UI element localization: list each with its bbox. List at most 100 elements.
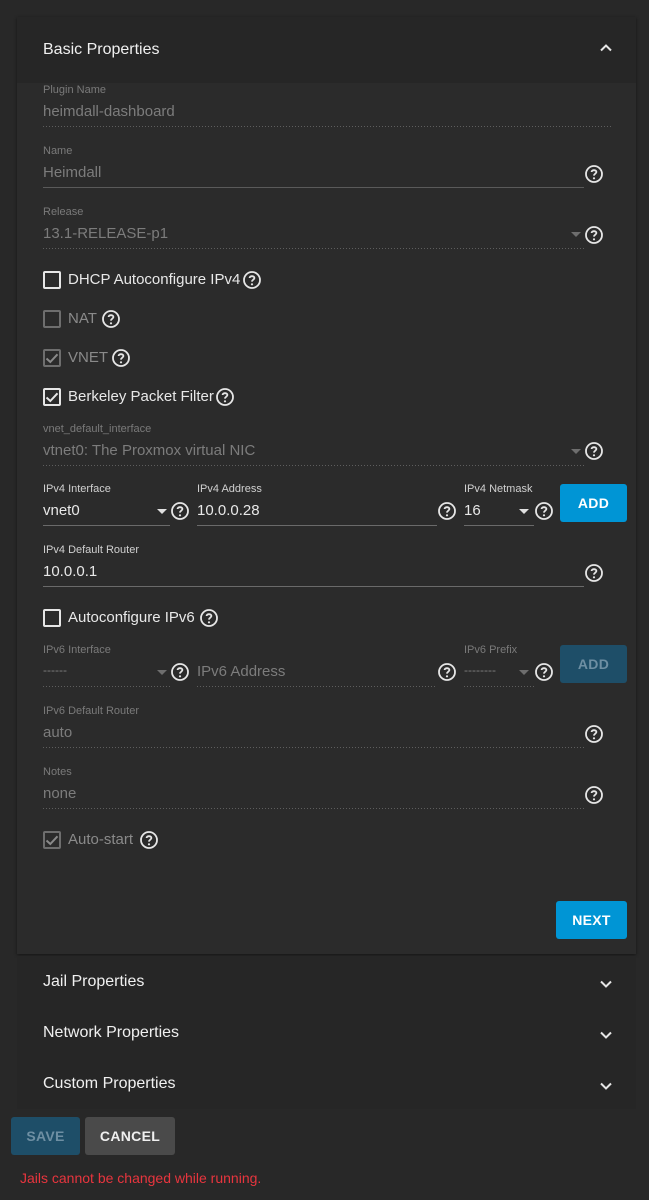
ipv6-default-router-value[interactable]: auto bbox=[43, 724, 72, 741]
dropdown-arrow-icon bbox=[157, 509, 167, 514]
section-custom-properties[interactable]: Custom Properties bbox=[17, 1058, 636, 1109]
ipv6-prefix-select[interactable]: IPv6 Prefix -------- bbox=[464, 644, 534, 688]
release-label: Release bbox=[43, 206, 84, 218]
help-icon[interactable] bbox=[170, 501, 190, 521]
ipv4-address-label: IPv4 Address bbox=[197, 483, 262, 495]
vnet-default-interface-label: vnet_default_interface bbox=[43, 423, 152, 435]
nat-checkbox[interactable] bbox=[43, 310, 61, 328]
ipv6-default-router-label: IPv6 Default Router bbox=[43, 705, 139, 717]
notes-value[interactable]: none bbox=[43, 785, 76, 802]
chevron-up-icon[interactable] bbox=[598, 40, 614, 56]
help-icon[interactable] bbox=[584, 164, 604, 184]
cancel-button[interactable]: CANCEL bbox=[85, 1117, 175, 1155]
dhcp-checkbox[interactable] bbox=[43, 271, 61, 289]
help-icon[interactable] bbox=[534, 501, 554, 521]
ipv6-default-router-input[interactable]: IPv6 Default Router auto bbox=[43, 705, 584, 749]
divider bbox=[43, 187, 584, 188]
bpf-label: Berkeley Packet Filter bbox=[68, 388, 214, 405]
autostart-label: Auto-start bbox=[68, 831, 134, 848]
help-icon[interactable] bbox=[584, 785, 604, 805]
vnet-label: VNET bbox=[68, 349, 109, 366]
error-message: Jails cannot be changed while running. bbox=[20, 1170, 262, 1186]
ipv4-netmask-value: 16 bbox=[464, 502, 481, 519]
chevron-down-icon[interactable] bbox=[598, 1078, 614, 1094]
ipv4-interface-select[interactable]: IPv4 Interface vnet0 bbox=[43, 483, 170, 527]
help-icon[interactable] bbox=[111, 348, 131, 368]
dropdown-arrow-icon bbox=[157, 670, 167, 675]
notes-input[interactable]: Notes none bbox=[43, 766, 584, 810]
plugin-name-label: Plugin Name bbox=[43, 84, 106, 96]
name-field[interactable]: Name Heimdall bbox=[43, 145, 584, 189]
divider bbox=[43, 465, 584, 466]
section-network-properties[interactable]: Network Properties bbox=[17, 1007, 636, 1058]
check-icon bbox=[45, 835, 59, 846]
ipv4-interface-label: IPv4 Interface bbox=[43, 483, 111, 495]
ipv6-interface-select[interactable]: IPv6 Interface ------ bbox=[43, 644, 170, 688]
ipv4-add-button[interactable]: ADD bbox=[560, 484, 627, 522]
divider bbox=[43, 126, 611, 127]
ipv6-interface-value: ------ bbox=[43, 663, 67, 677]
help-icon[interactable] bbox=[584, 724, 604, 744]
divider bbox=[43, 525, 170, 526]
ipv4-interface-value: vnet0 bbox=[43, 502, 80, 519]
autoconfigure-ipv6-label: Autoconfigure IPv6 bbox=[68, 609, 195, 626]
release-value: 13.1-RELEASE-p1 bbox=[43, 225, 169, 242]
help-icon[interactable] bbox=[242, 270, 262, 290]
help-icon[interactable] bbox=[584, 441, 604, 461]
divider bbox=[197, 525, 437, 526]
plugin-name-value: heimdall-dashboard bbox=[43, 103, 175, 120]
ipv4-address-input[interactable]: IPv4 Address 10.0.0.28 bbox=[197, 483, 437, 527]
name-value[interactable]: Heimdall bbox=[43, 164, 101, 181]
divider bbox=[43, 747, 584, 748]
help-icon[interactable] bbox=[584, 563, 604, 583]
dropdown-arrow-icon bbox=[571, 232, 581, 237]
help-icon[interactable] bbox=[437, 662, 457, 682]
help-icon[interactable] bbox=[584, 225, 604, 245]
ipv4-netmask-select[interactable]: IPv4 Netmask 16 bbox=[464, 483, 534, 527]
ipv6-prefix-label: IPv6 Prefix bbox=[464, 644, 518, 656]
autostart-checkbox[interactable] bbox=[43, 831, 61, 849]
ipv6-interface-label: IPv6 Interface bbox=[43, 644, 111, 656]
bpf-checkbox[interactable] bbox=[43, 388, 61, 406]
section-jail-properties[interactable]: Jail Properties bbox=[17, 956, 636, 1007]
autoconfigure-ipv6-checkbox[interactable] bbox=[43, 609, 61, 627]
dhcp-label: DHCP Autoconfigure IPv4 bbox=[68, 271, 241, 288]
panel-title: Basic Properties bbox=[43, 41, 160, 58]
ipv4-default-router-value[interactable]: 10.0.0.1 bbox=[43, 563, 97, 580]
ipv4-default-router-input[interactable]: IPv4 Default Router 10.0.0.1 bbox=[43, 544, 584, 588]
divider bbox=[43, 586, 584, 587]
help-icon[interactable] bbox=[199, 608, 219, 628]
basic-properties-header[interactable]: Basic Properties bbox=[17, 17, 636, 83]
divider bbox=[197, 686, 437, 687]
next-button[interactable]: NEXT bbox=[556, 901, 627, 939]
help-icon[interactable] bbox=[534, 662, 554, 682]
section-title: Custom Properties bbox=[43, 1075, 176, 1092]
ipv6-add-button[interactable]: ADD bbox=[560, 645, 627, 683]
help-icon[interactable] bbox=[437, 501, 457, 521]
help-icon[interactable] bbox=[170, 662, 190, 682]
vnet-checkbox[interactable] bbox=[43, 349, 61, 367]
notes-label: Notes bbox=[43, 766, 72, 778]
divider bbox=[464, 525, 534, 526]
help-icon[interactable] bbox=[139, 830, 159, 850]
divider bbox=[43, 808, 584, 809]
chevron-down-icon[interactable] bbox=[598, 1027, 614, 1043]
plugin-name-field: Plugin Name heimdall-dashboard bbox=[43, 84, 611, 128]
ipv6-address-input[interactable]: IPv6 Address bbox=[197, 644, 437, 688]
ipv6-address-placeholder[interactable]: IPv6 Address bbox=[197, 663, 285, 680]
chevron-down-icon[interactable] bbox=[598, 976, 614, 992]
ipv4-default-router-label: IPv4 Default Router bbox=[43, 544, 139, 556]
ipv4-address-value[interactable]: 10.0.0.28 bbox=[197, 502, 260, 519]
check-icon bbox=[45, 392, 59, 403]
dropdown-arrow-icon bbox=[519, 509, 529, 514]
help-icon[interactable] bbox=[215, 387, 235, 407]
dropdown-arrow-icon bbox=[519, 670, 529, 675]
release-select[interactable]: Release 13.1-RELEASE-p1 bbox=[43, 206, 584, 250]
save-button[interactable]: SAVE bbox=[11, 1117, 80, 1155]
check-icon bbox=[45, 353, 59, 364]
section-title: Jail Properties bbox=[43, 973, 145, 990]
ipv4-netmask-label: IPv4 Netmask bbox=[464, 483, 533, 495]
vnet-default-interface-select[interactable]: vnet_default_interface vtnet0: The Proxm… bbox=[43, 423, 584, 467]
help-icon[interactable] bbox=[101, 309, 121, 329]
divider bbox=[43, 248, 584, 249]
